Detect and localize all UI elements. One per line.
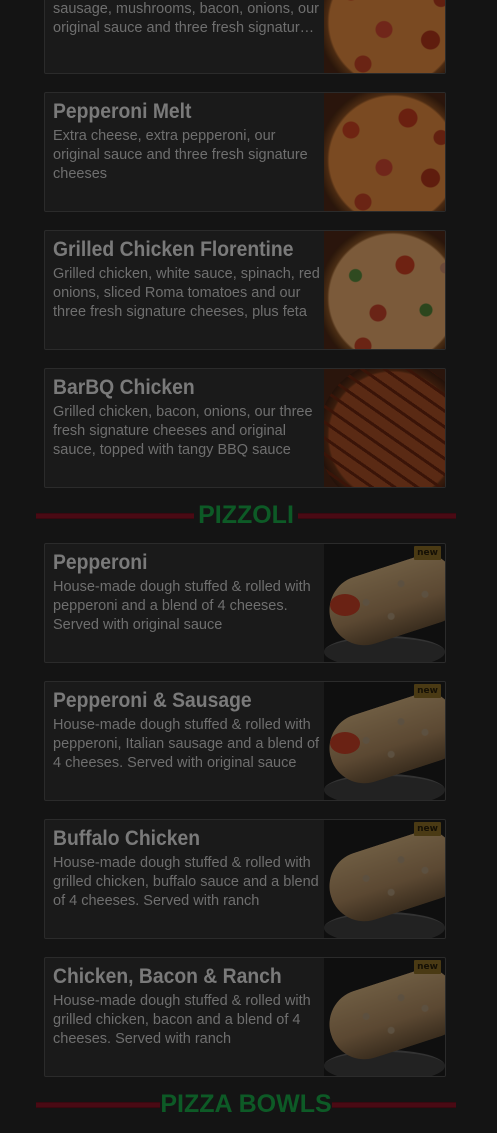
pizzoli-photo-icon[interactable]: new [324,544,445,662]
menu-item-title: Buffalo Chicken [53,827,201,850]
menu-item-description: House-made dough stuffed & rolled with p… [53,579,311,633]
menu-item-card[interactable]: Pepperoni Melt Extra cheese, extra peppe… [44,92,446,212]
pizzoli-photo-icon[interactable]: new [324,958,445,1076]
menu-item-description: House-made dough stuffed & rolled with g… [53,855,319,909]
menu-item-text: BarBQ Chicken Grilled chicken, bacon, on… [53,375,321,460]
menu-item-title: BarBQ Chicken [53,376,195,399]
menu-item-card[interactable]: Buffalo Chicken House-made dough stuffed… [44,819,446,939]
new-badge: new [414,960,441,974]
menu-item-description: Pepperoni, ham, green peppers, Italian s… [53,1,319,36]
menu-item-text: Pepperoni, ham, green peppers, Italian s… [53,0,321,38]
menu-item-card[interactable]: Pepperoni House-made dough stuffed & rol… [44,543,446,663]
menu-item-title: Pepperoni & Sausage [53,689,252,712]
new-badge: new [414,684,441,698]
menu-page: Pepperoni, ham, green peppers, Italian s… [0,0,497,1133]
menu-item-title: Grilled Chicken Florentine [53,238,294,261]
new-badge: new [414,546,441,560]
menu-item-title: Pepperoni [53,551,148,574]
section-heading-pizzoli: PIZZOLI [36,500,456,530]
heading-divider-right [298,513,456,519]
menu-item-text: Grilled Chicken Florentine Grilled chick… [53,237,321,322]
menu-item-text: Pepperoni House-made dough stuffed & rol… [53,550,321,635]
heading-divider-right [332,1102,456,1108]
menu-item-description: House-made dough stuffed & rolled with p… [53,717,320,771]
menu-item-text: Buffalo Chicken House-made dough stuffed… [53,826,321,911]
menu-item-description: House-made dough stuffed & rolled with g… [53,993,311,1047]
pizza-photo-icon[interactable] [324,0,445,73]
pizzoli-photo-icon[interactable]: new [324,820,445,938]
menu-item-card[interactable]: Pepperoni, ham, green peppers, Italian s… [44,0,446,74]
menu-item-card[interactable]: Chicken, Bacon & Ranch House-made dough … [44,957,446,1077]
menu-item-text: Pepperoni Melt Extra cheese, extra peppe… [53,99,321,184]
menu-item-title: Chicken, Bacon & Ranch [53,965,282,988]
menu-item-title: Pepperoni Melt [53,100,192,123]
new-badge: new [414,822,441,836]
pizza-photo-icon[interactable] [324,369,445,487]
pizza-photo-icon[interactable] [324,231,445,349]
menu-item-card[interactable]: Grilled Chicken Florentine Grilled chick… [44,230,446,350]
menu-item-text: Pepperoni & Sausage House-made dough stu… [53,688,321,773]
menu-item-text: Chicken, Bacon & Ranch House-made dough … [53,964,321,1049]
menu-item-card[interactable]: BarBQ Chicken Grilled chicken, bacon, on… [44,368,446,488]
menu-item-description: Grilled chicken, bacon, onions, our thre… [53,404,313,458]
menu-item-description: Extra cheese, extra pepperoni, our origi… [53,128,308,182]
menu-item-card[interactable]: Pepperoni & Sausage House-made dough stu… [44,681,446,801]
menu-item-description: Grilled chicken, white sauce, spinach, r… [53,266,320,320]
section-heading-pizza-bowls: PIZZA BOWLS [36,1089,456,1119]
pizza-photo-icon[interactable] [324,93,445,211]
pizzoli-photo-icon[interactable]: new [324,682,445,800]
